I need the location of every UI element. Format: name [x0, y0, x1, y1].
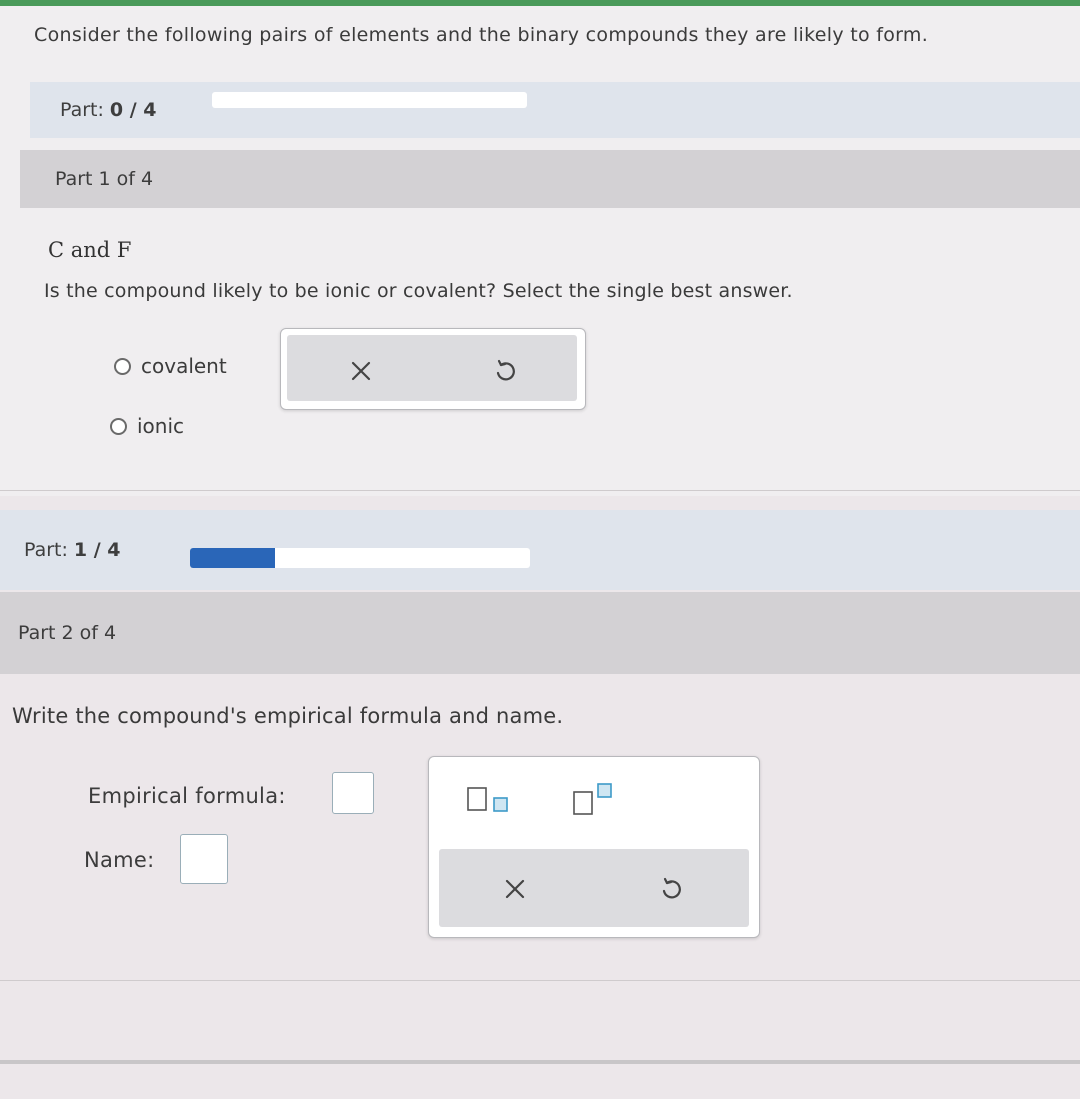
- part2-question: Write the compound's empirical formula a…: [12, 704, 564, 728]
- superscript-button[interactable]: [565, 779, 621, 819]
- part1-header: Part 1 of 4: [20, 150, 1080, 208]
- intro-text: Consider the following pairs of elements…: [34, 24, 929, 46]
- name-input[interactable]: [180, 834, 228, 884]
- progress-track-2: [190, 548, 530, 568]
- part1-question: Is the compound likely to be ionic or co…: [44, 280, 793, 302]
- undo-icon: [662, 877, 681, 899]
- part2-divider: [0, 980, 1080, 981]
- part2-action-bar: [439, 849, 749, 927]
- clear-button[interactable]: [495, 869, 535, 909]
- undo-button[interactable]: [485, 351, 525, 391]
- bottom-divider: [0, 1060, 1080, 1064]
- subscript-icon: [467, 787, 508, 812]
- element-pair: C and F: [48, 238, 132, 262]
- close-icon: [351, 361, 371, 381]
- undo-icon: [496, 359, 515, 381]
- subscript-button[interactable]: [461, 779, 517, 819]
- part1-action-bar: [287, 335, 577, 401]
- part2-header: Part 2 of 4: [0, 592, 1080, 674]
- radio-option-covalent[interactable]: covalent: [114, 354, 227, 378]
- radio-circle-icon[interactable]: [114, 357, 131, 375]
- radio-circle-icon[interactable]: [110, 417, 127, 435]
- superscript-icon: [573, 783, 612, 815]
- empirical-formula-label: Empirical formula:: [88, 784, 286, 808]
- name-label: Name:: [84, 848, 155, 872]
- part-progress-bar-1: Part: 0 / 4: [30, 82, 1080, 138]
- part2-action-box: [428, 756, 760, 938]
- clear-button[interactable]: [341, 351, 381, 391]
- close-icon: [505, 879, 525, 899]
- part1-action-box: [280, 328, 586, 410]
- part-progress-label: Part: 0 / 4: [60, 99, 157, 121]
- progress-fill-2: [190, 548, 275, 568]
- part-progress-label: Part: 1 / 4: [24, 539, 121, 561]
- radio-option-ionic[interactable]: ionic: [110, 414, 184, 438]
- progress-track-1: [212, 92, 527, 108]
- part-progress-bar-2: Part: 1 / 4: [0, 510, 1080, 590]
- part1-divider: [0, 490, 1080, 491]
- undo-button[interactable]: [651, 869, 691, 909]
- empirical-formula-input[interactable]: [332, 772, 374, 814]
